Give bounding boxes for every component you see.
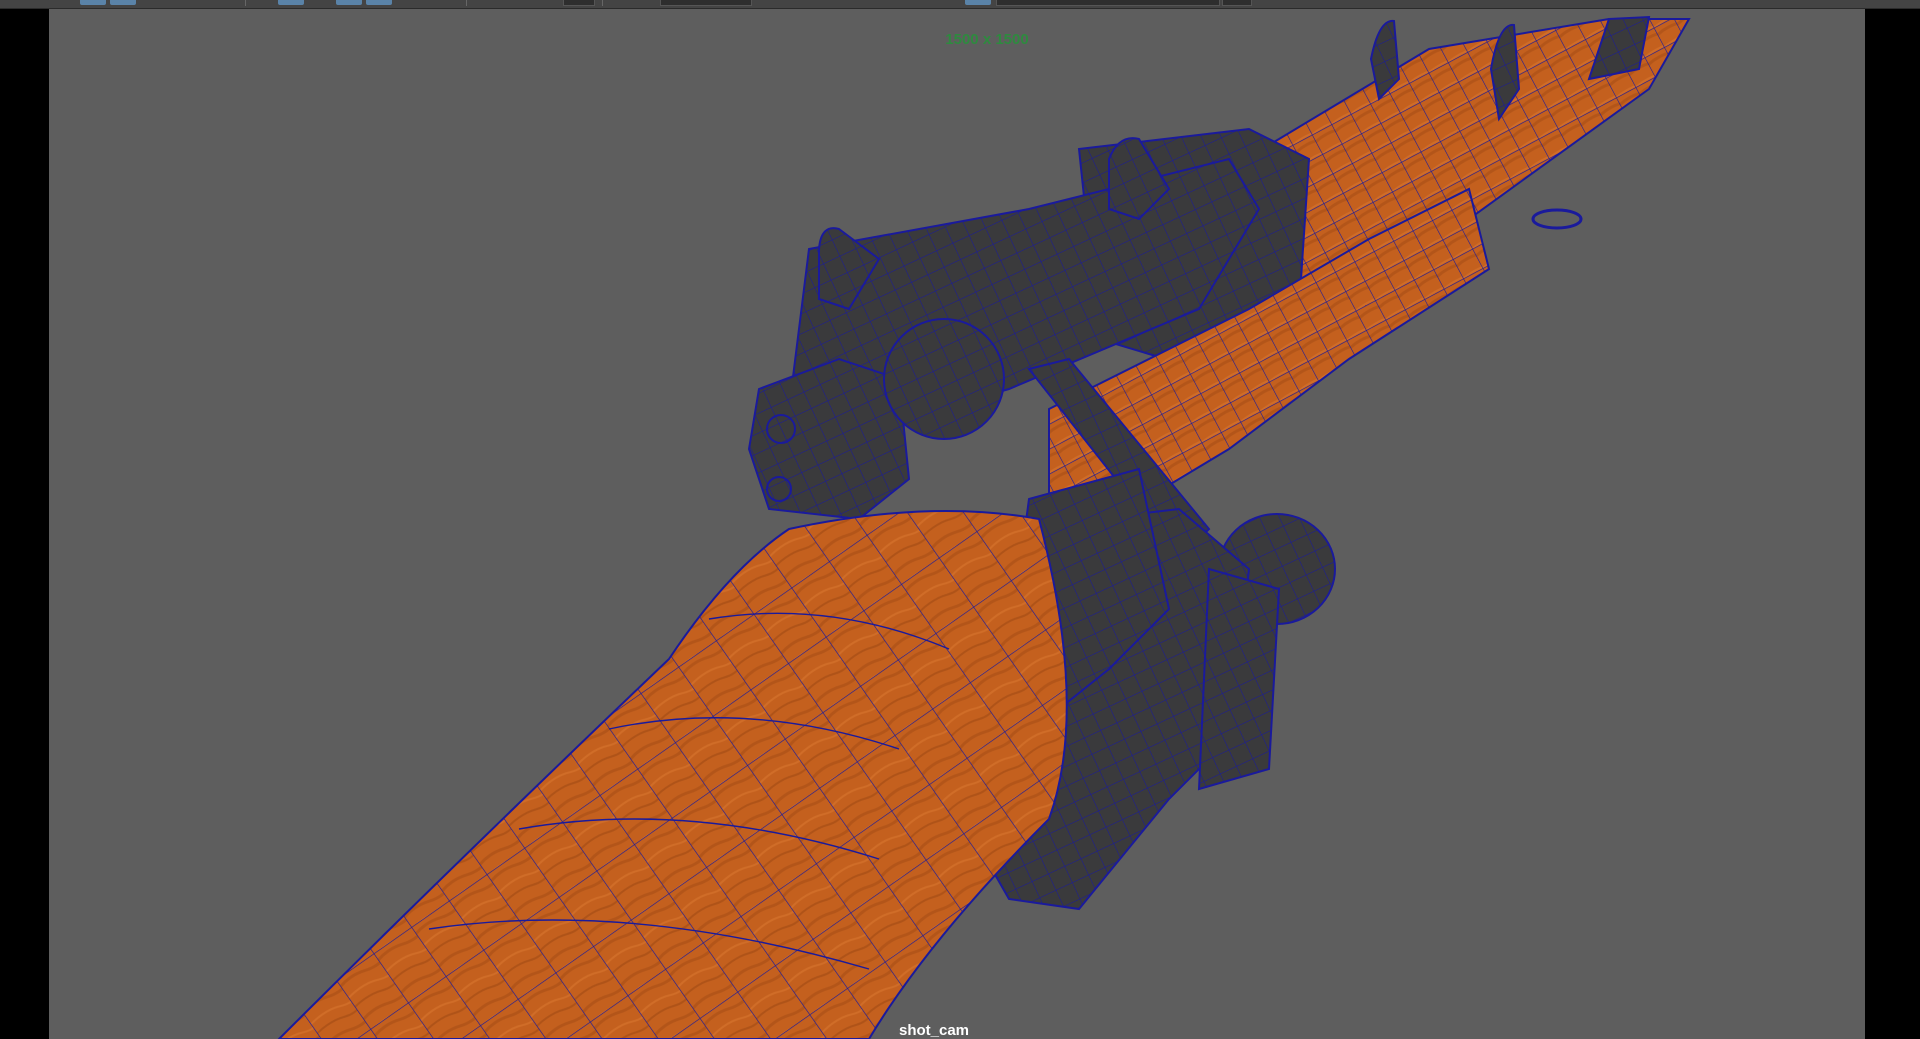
toolbar-separator [602,0,603,6]
gate-mask-left [0,9,49,1039]
camera-name-label: shot_cam [898,1022,970,1039]
gate-mask-right [1865,9,1920,1039]
toolbar-separator [245,0,246,6]
panel-input-field[interactable] [996,0,1220,6]
shading-icon[interactable] [336,0,362,5]
grid-icon[interactable] [278,0,304,5]
lighting-icon[interactable] [366,0,392,5]
3d-viewport[interactable]: 1500 x 1500 shot_cam [49,9,1865,1039]
view-icon[interactable] [80,0,106,5]
panel-toolbar [0,0,1920,9]
xray-icon[interactable] [660,0,752,6]
toolbar-separator [466,0,467,6]
panel-input-field-2[interactable] [1222,0,1252,6]
resolution-gate-label: 1500 x 1500 [945,31,1029,48]
camera-icon[interactable] [110,0,136,5]
resolution-gate-icon[interactable] [965,0,991,5]
rifle-model-render [277,15,1691,1039]
isolate-icon[interactable] [563,0,595,6]
